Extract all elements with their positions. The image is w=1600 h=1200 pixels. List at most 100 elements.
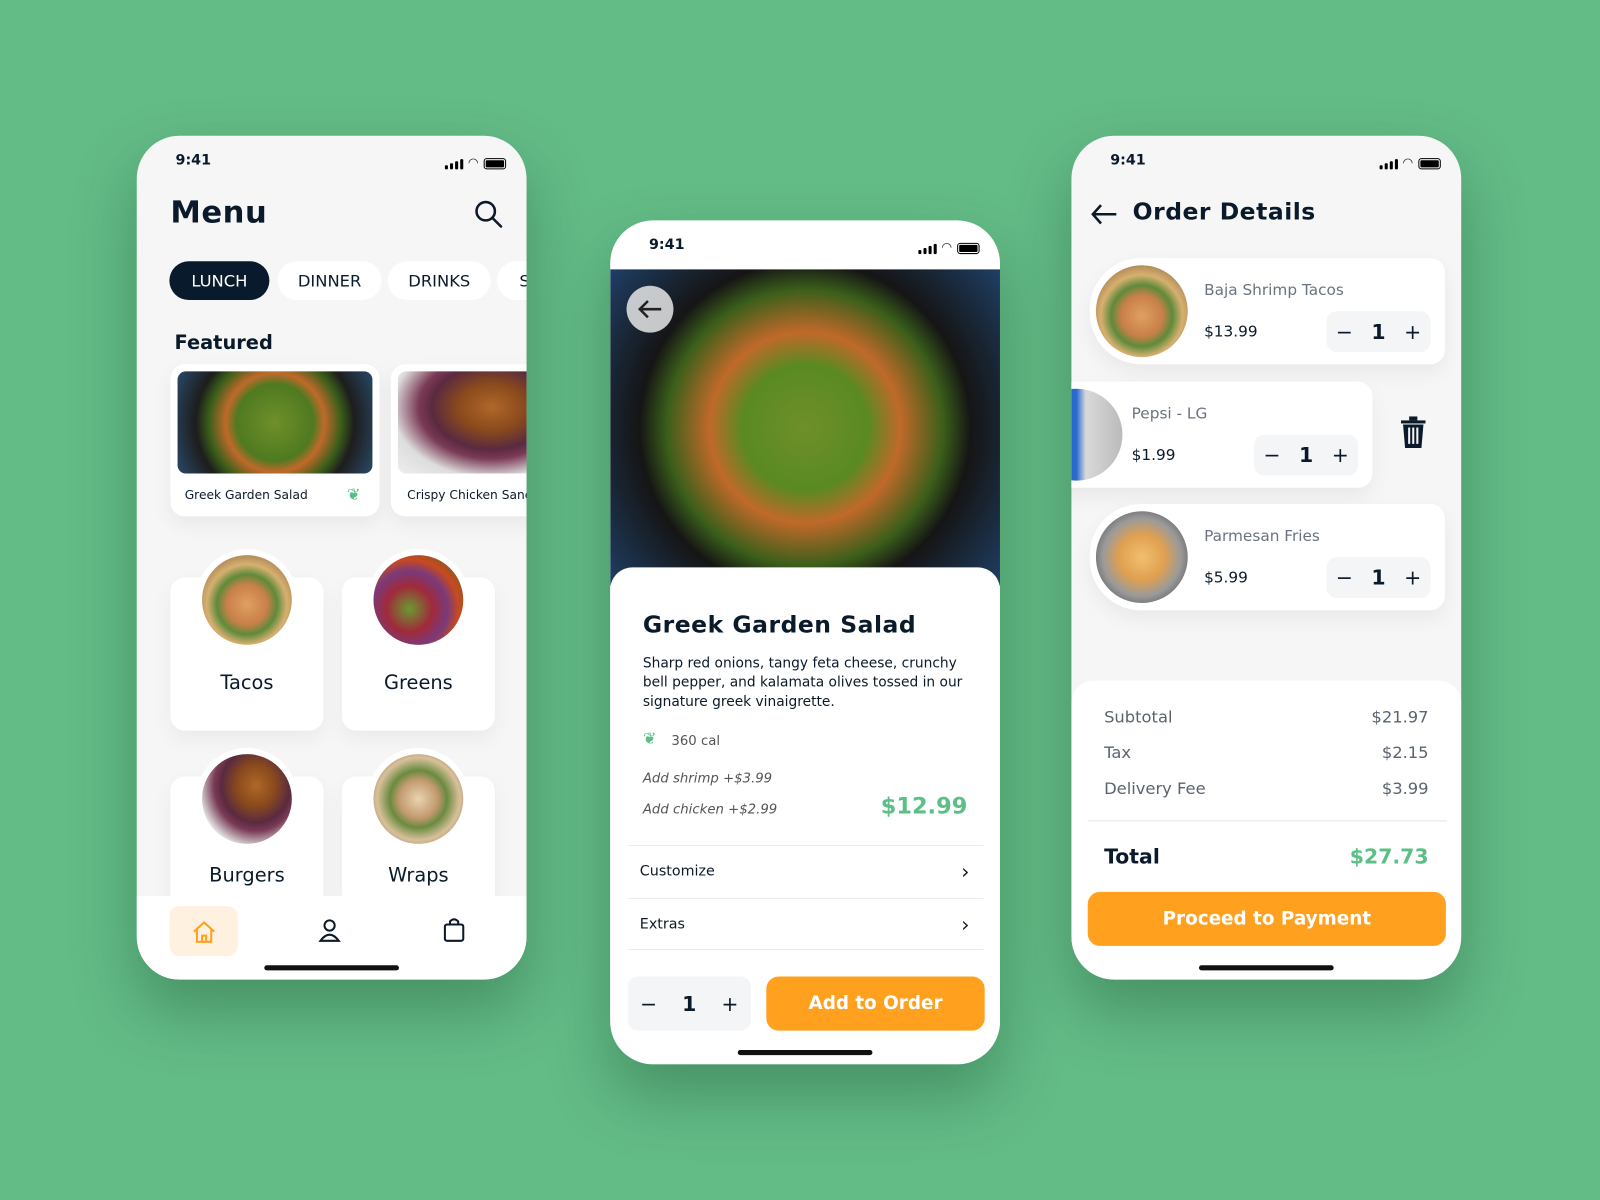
proceed-to-payment-button[interactable]: Proceed to Payment [1087,891,1446,946]
status-bar: 9:41 ◠ [610,237,1000,257]
item-price: $5.99 [1204,568,1248,587]
signal-icon [1379,159,1398,170]
increment-button[interactable]: + [721,991,738,1015]
order-item: Parmesan Fries $5.99 −1 + [1089,504,1445,611]
order-summary: Subtotal $21.97 Tax $2.15 Delivery Fee $3.9… [1071,680,1462,980]
wifi-icon: ◠ [1402,155,1414,170]
add-to-order-button[interactable]: Add to Order [766,976,985,1031]
detail-panel: Greek Garden Salad Sharp red onions, tan… [610,567,1000,1065]
addon-chicken[interactable]: Add chicken +$2.99 [643,802,777,817]
trash-icon[interactable] [1400,416,1427,449]
tab-more[interactable]: S [496,261,527,300]
item-description: Sharp red onions, tangy feta cheese, cru… [642,655,963,711]
summary-subtotal: Subtotal $21.97 [1071,707,1461,726]
status-bar: 9:41 ◠ [1071,152,1461,172]
back-button[interactable] [626,285,674,333]
item-name: Pepsi - LG [1131,404,1208,423]
leaf-icon: ❦ [346,484,361,505]
item-price: $13.99 [1204,322,1258,341]
order-item: Baja Shrimp Tacos $13.99 −1 + [1089,258,1445,365]
item-price: $12.99 [880,793,968,820]
home-indicator [1198,965,1334,971]
back-arrow-icon[interactable] [1090,203,1119,225]
summary-delivery: Delivery Fee $3.99 [1071,779,1461,798]
featured-heading: Featured [174,331,273,355]
status-time: 9:41 [175,152,212,169]
home-indicator [264,965,399,971]
tab-dinner[interactable]: DINNER [277,261,382,300]
category-label: Burgers [209,864,285,887]
item-price: $1.99 [1131,445,1176,465]
status-bar: 9:41 ◠ [137,152,527,172]
category-label: Wraps [388,864,449,887]
quantity-value: 1 [1371,565,1386,590]
food-image [177,371,373,474]
category-tacos[interactable]: Tacos [170,548,324,731]
battery-icon [483,158,507,170]
item-name: Baja Shrimp Tacos [1204,280,1344,299]
featured-card[interactable]: Greek Garden Salad ❦ [170,364,380,517]
decrement-button[interactable]: − [1263,443,1280,467]
increment-button[interactable]: + [1404,565,1421,589]
page-title: Order Details [1132,198,1316,226]
quantity-stepper: − 1 + [627,976,752,1031]
search-icon[interactable] [473,199,504,230]
decrement-button[interactable]: − [640,991,657,1015]
food-image [1071,388,1123,481]
battery-icon [1418,158,1441,170]
chevron-right-icon: › [961,859,970,884]
food-image [1095,511,1188,604]
chevron-right-icon: › [961,911,970,937]
featured-name: Greek Garden Salad [184,487,308,503]
signal-icon [917,243,937,255]
menu-screen: 9:41 ◠ Menu LUNCH DINNER DRINKS S Featur… [136,135,527,980]
row-label: Extras [639,915,685,933]
increment-button[interactable]: + [1332,443,1349,467]
summary-value: $2.15 [1381,742,1429,763]
item-detail-screen: 9:41 ◠ Greek Garden Salad Sharp red onio… [610,220,1000,1065]
bag-icon[interactable] [443,917,465,943]
quantity-value: 1 [682,991,697,1016]
leaf-icon: ❦ [642,728,657,748]
status-time: 9:41 [1110,152,1146,169]
divider [1087,820,1447,822]
category-greens[interactable]: Greens [341,548,495,731]
category-label: Greens [383,671,453,694]
summary-value: $3.99 [1381,778,1429,798]
quantity-stepper: −1 + [1326,557,1431,598]
decrement-button[interactable]: − [1336,565,1353,589]
tab-lunch[interactable]: LUNCH [169,261,270,300]
quantity-value: 1 [1298,442,1314,468]
order-item[interactable]: Pepsi - LG $1.99 −1 + [1071,381,1373,488]
category-label: Tacos [220,671,274,694]
quantity-stepper: −1 + [1326,311,1431,353]
increment-button[interactable]: + [1404,319,1421,343]
summary-label: Delivery Fee [1104,778,1206,798]
arrow-left-icon [637,300,662,319]
summary-tax: Tax $2.15 [1071,743,1461,762]
quantity-stepper: −1 + [1254,434,1359,476]
profile-icon[interactable] [318,918,341,942]
total-value: $27.73 [1349,843,1429,869]
customize-row[interactable]: Customize › [627,844,984,897]
summary-value: $21.97 [1371,707,1429,727]
nav-home[interactable] [169,906,238,957]
wifi-icon: ◠ [941,239,953,255]
quantity-value: 1 [1371,319,1386,344]
page-title: Menu [170,194,268,231]
calories: 360 cal [671,733,721,749]
extras-row[interactable]: Extras › [627,897,984,950]
tab-bar [136,895,527,980]
row-label: Customize [639,863,715,880]
food-image [397,371,527,474]
featured-card[interactable]: Crispy Chicken Sandw [390,364,527,517]
summary-total: Total $27.73 [1071,844,1461,868]
summary-label: Subtotal [1104,707,1173,727]
food-image [1095,265,1188,358]
decrement-button[interactable]: − [1336,319,1353,343]
tab-drinks[interactable]: DRINKS [387,261,491,300]
featured-name: Crispy Chicken Sandw [407,487,526,503]
addon-shrimp[interactable]: Add shrimp +$3.99 [643,771,772,786]
status-time: 9:41 [648,236,685,254]
battery-icon [957,242,980,255]
